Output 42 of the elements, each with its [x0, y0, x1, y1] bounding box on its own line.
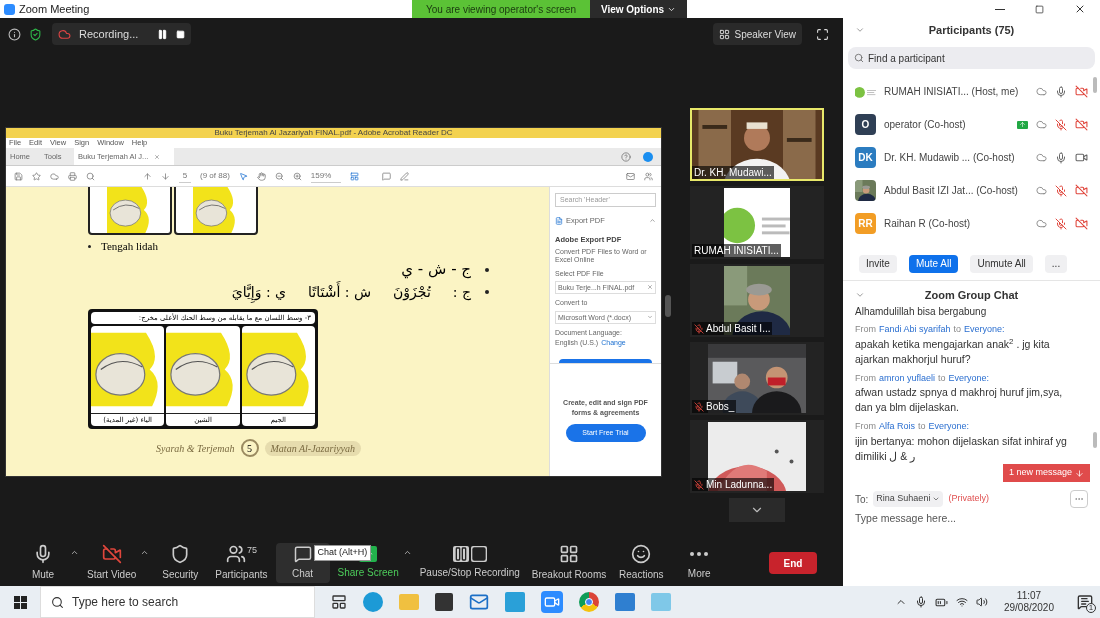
avatar: RR: [855, 213, 876, 234]
avatar: DK: [855, 147, 876, 168]
name-label: Min Ladunna...: [692, 478, 775, 491]
chat-message: ijin bertanya: mohon dijelaskan sifat inhiraf yg dimiliki ر & ل: [855, 433, 1068, 464]
app-title: Buku Terjemah Al Jazariyah FINAL.pdf - Adobe Acrobat Reader DC: [214, 129, 453, 137]
name-label: Abdul Basit I...: [692, 322, 773, 335]
message-prefix: From: [855, 371, 876, 385]
recording-status: Recording...: [79, 26, 140, 42]
name-label: Dr. KH. Mudawi...: [692, 166, 774, 179]
avatar: O: [855, 114, 876, 135]
footer-text: Matan Al-Jazariyyah: [264, 440, 362, 456]
window-title: Zoom Meeting: [19, 1, 90, 17]
panel-title: Participants (75): [928, 22, 1015, 38]
arabic-line: ج - ش - ي: [401, 262, 471, 277]
chat-message: apakah ketika mengajarkan anak$^{2}$ . jg kita ajarkan makhorjul huruf?: [855, 336, 1051, 367]
message-prefix: From: [855, 323, 876, 336]
footer-text: Syarah & Terjemah: [156, 441, 235, 456]
page-number: 5: [240, 439, 259, 457]
viewing-banner: You are viewing operator's screen: [412, 0, 590, 18]
message-joiner: to: [918, 420, 926, 433]
to-label: To:: [855, 492, 869, 507]
notification-count: 1: [1086, 603, 1096, 613]
message-prefix: From: [855, 420, 876, 433]
participant-name: Abdul Basit IZI Jat... (Co-host): [884, 184, 1019, 198]
name-label: Bobs_: [692, 400, 737, 413]
arabic-example: ج :: [452, 285, 471, 299]
participant-name: Raihan R (Co-host): [884, 217, 972, 231]
participant-name: Dr. KH. Mudawib ... (Co-host): [884, 151, 1016, 165]
privacy-label: (Privately): [948, 492, 989, 506]
message-joiner: to: [953, 323, 962, 336]
tooltip: Chat (Alt+H): [313, 545, 372, 561]
participant-name: operator (Co-host): [884, 118, 967, 132]
bullet-text: Tengah lidah: [101, 241, 158, 252]
arabic-example: تُجْزَوْنَ: [393, 285, 431, 299]
chat-message: Alhamdulillah bisa bergabung: [855, 306, 988, 318]
message-joiner: to: [938, 371, 946, 385]
participant-name: RUMAH INISIATI... (Host, me): [884, 85, 1020, 99]
page-count: (9 of 88): [200, 170, 230, 182]
chat-message: afwan ustadz spnya d makhroj huruf jim,sya, dan ya blm dijelaskan.: [855, 385, 1064, 415]
panel-title: Zoom Group Chat: [924, 287, 1019, 303]
name-label: RUMAH INISIATI...: [692, 244, 781, 257]
participant-count: 75: [246, 544, 257, 557]
